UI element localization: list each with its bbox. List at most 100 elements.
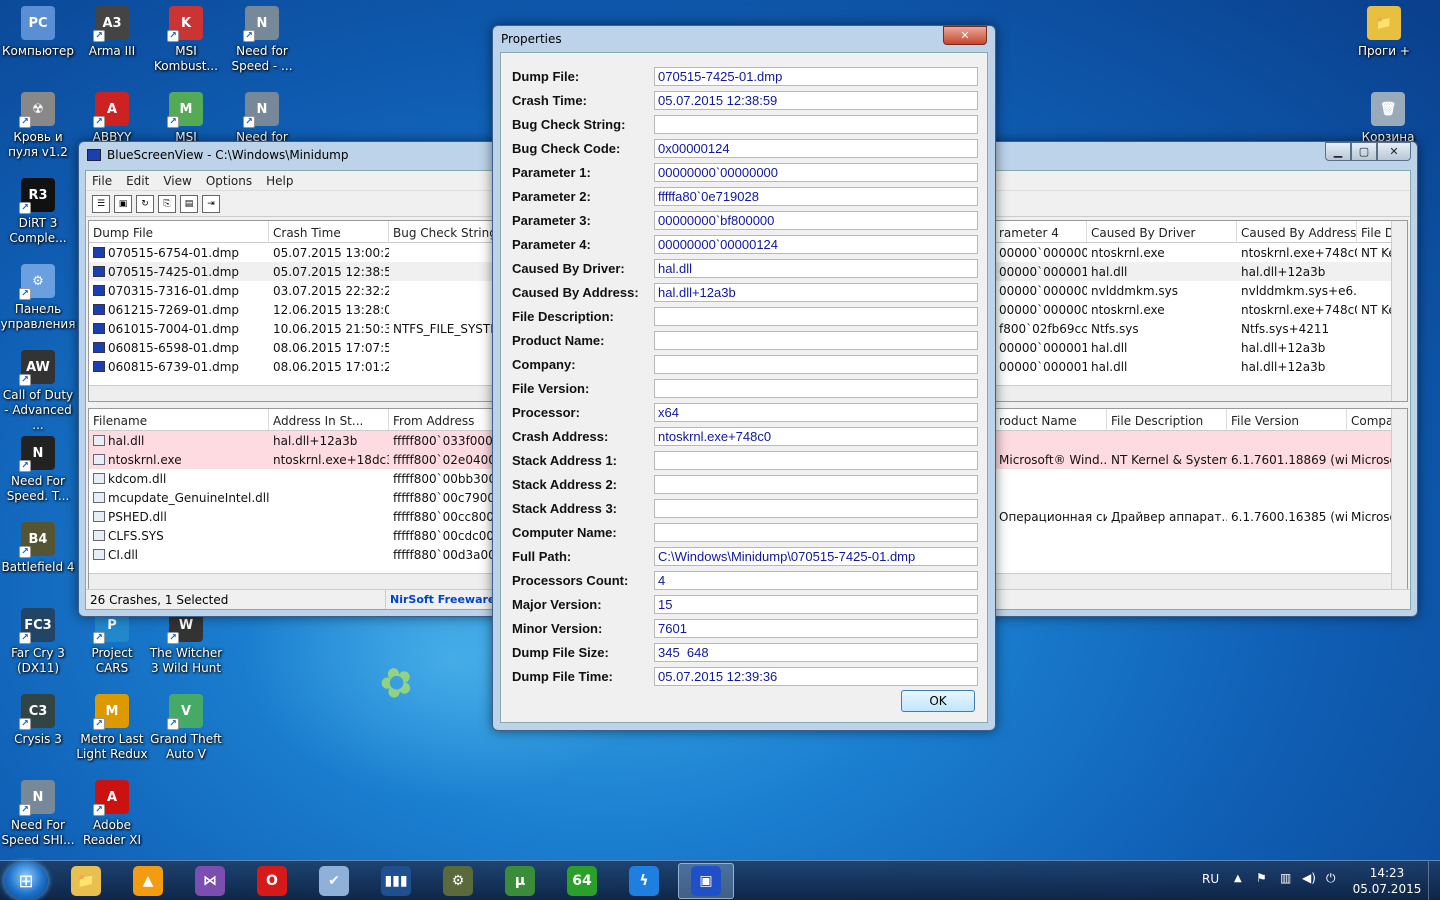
taskbar-visual-studio-button[interactable]: ⋈ — [182, 863, 238, 899]
property-value[interactable]: hal.dll — [654, 258, 978, 278]
property-value[interactable] — [654, 450, 978, 470]
col-crash-time[interactable]: Crash Time — [269, 221, 389, 242]
property-value[interactable]: ntoskrnl.exe+748c0 — [654, 426, 978, 446]
clock[interactable]: 14:23 05.07.2015 — [1352, 865, 1422, 897]
property-value[interactable] — [654, 330, 978, 350]
property-value[interactable]: C:\Windows\Minidump\070515-7425-01.dmp — [654, 546, 978, 566]
property-value[interactable]: 00000000`00000000 — [654, 162, 978, 182]
property-value[interactable]: fffffa80`0e719028 — [654, 186, 978, 206]
property-value[interactable] — [654, 522, 978, 542]
property-value[interactable]: 070515-7425-01.dmp — [654, 66, 978, 86]
col-from-address[interactable]: From Address — [389, 409, 497, 430]
desktop-icon[interactable]: P ↗ Project CARS — [74, 608, 150, 676]
col-file-description[interactable]: File Description — [1107, 409, 1227, 430]
menu-file[interactable]: File — [92, 174, 112, 188]
desktop-icon[interactable]: A ↗ Adobe Reader XI — [74, 780, 150, 848]
crash-list-vscroll[interactable] — [1391, 221, 1407, 401]
save-icon[interactable]: ▣ — [114, 194, 132, 213]
taskbar-opera-button[interactable]: O — [244, 863, 300, 899]
taskbar-tool-button[interactable]: ⚙ — [430, 863, 486, 899]
col-parameter-4[interactable]: rameter 4 — [995, 221, 1087, 242]
property-value[interactable] — [654, 498, 978, 518]
col-bug-check-string[interactable]: Bug Check String — [389, 221, 497, 242]
property-value[interactable]: 05.07.2015 12:38:59 — [654, 90, 978, 110]
options-icon[interactable]: ☰ — [92, 194, 110, 213]
desktop-icon[interactable]: N ↗ Need for Speed - ... — [224, 6, 300, 74]
language-indicator[interactable]: RU — [1202, 872, 1219, 886]
desktop-icon[interactable]: N ↗ Need for — [224, 92, 300, 145]
desktop-icon[interactable]: FC3 ↗ Far Cry 3 (DX11) — [0, 608, 76, 676]
property-value[interactable] — [654, 474, 978, 494]
property-value[interactable] — [654, 306, 978, 326]
driver-list-vscroll[interactable] — [1391, 409, 1407, 589]
property-value[interactable]: 00000000`00000124 — [654, 234, 978, 254]
desktop-icon[interactable]: M ↗ MSI — [148, 92, 224, 145]
taskbar-utorrent-button[interactable]: µ — [492, 863, 548, 899]
exit-icon[interactable]: ⇥ — [202, 194, 220, 213]
desktop-icon[interactable]: N ↗ Need For Speed. T... — [0, 436, 76, 504]
taskbar-avast-button[interactable]: ▲ — [120, 863, 176, 899]
copy-icon[interactable]: ⎘ — [158, 194, 176, 213]
property-value[interactable] — [654, 378, 978, 398]
taskbar-explorer-button[interactable]: 📁 — [58, 863, 114, 899]
col-product-name[interactable]: roduct Name — [995, 409, 1107, 430]
desktop-icon[interactable]: 🗑 Корзина — [1350, 92, 1426, 145]
power-icon[interactable]: ⏻ — [1326, 871, 1336, 886]
desktop-icon[interactable]: PC Компьютер — [0, 6, 76, 59]
minimize-button[interactable]: ▁ — [1325, 142, 1351, 161]
taskbar-aida64-button[interactable]: 64 — [554, 863, 610, 899]
properties-icon[interactable]: ▤ — [180, 194, 198, 213]
ok-button[interactable]: OK — [901, 690, 975, 712]
flag-icon[interactable]: ⚑ — [1256, 871, 1267, 885]
desktop-icon[interactable]: ⚙ ↗ Панель управления — [0, 264, 76, 332]
property-value[interactable]: 00000000`bf800000 — [654, 210, 978, 230]
col-caused-by-driver[interactable]: Caused By Driver — [1087, 221, 1237, 242]
col-file-version[interactable]: File Version — [1227, 409, 1347, 430]
desktop-icon[interactable]: M ↗ Metro Last Light Redux — [74, 694, 150, 762]
property-value[interactable]: 0x00000124 — [654, 138, 978, 158]
properties-titlebar[interactable]: Properties — [493, 26, 995, 52]
desktop-icon[interactable]: A ↗ ABBYY — [74, 92, 150, 145]
property-value[interactable] — [654, 114, 978, 134]
menu-view[interactable]: View — [163, 174, 191, 188]
refresh-icon[interactable]: ↻ — [136, 194, 154, 213]
maximize-button[interactable]: ▢ — [1351, 142, 1377, 161]
desktop-icon[interactable]: ☢ ↗ Кровь и пуля v1.2 — [0, 92, 76, 160]
show-desktop-button[interactable] — [1428, 861, 1440, 900]
menu-edit[interactable]: Edit — [126, 174, 149, 188]
property-value[interactable]: hal.dll+12a3b — [654, 282, 978, 302]
desktop-icon[interactable]: C3 ↗ Crysis 3 — [0, 694, 76, 747]
network-icon[interactable]: ▥ — [1280, 871, 1291, 885]
col-dump-file[interactable]: Dump File — [89, 221, 269, 242]
property-value[interactable]: 4 — [654, 570, 978, 590]
col-caused-by-address[interactable]: Caused By Address — [1237, 221, 1357, 242]
desktop-icon[interactable]: A3 ↗ Arma III — [74, 6, 150, 59]
property-value[interactable]: x64 — [654, 402, 978, 422]
property-value[interactable]: 345 648 — [654, 642, 978, 662]
taskbar-speed-button[interactable]: ϟ — [616, 863, 672, 899]
properties-close-button[interactable]: ✕ — [943, 26, 987, 45]
volume-icon[interactable]: ◀) — [1302, 871, 1316, 885]
desktop-icon[interactable]: R3 ↗ DiRT 3 Comple... — [0, 178, 76, 246]
col-address-in-stack[interactable]: Address In St... — [269, 409, 389, 430]
start-button[interactable]: ⊞ — [4, 862, 48, 900]
property-value[interactable]: 05.07.2015 12:39:36 — [654, 666, 978, 686]
desktop-icon[interactable]: 📁 Проги + — [1346, 6, 1422, 59]
desktop-icon[interactable]: AW ↗ Call of Duty - Advanced ... — [0, 350, 76, 433]
desktop-icon[interactable]: V ↗ Grand Theft Auto V — [148, 694, 224, 762]
menu-options[interactable]: Options — [206, 174, 252, 188]
desktop-icon[interactable]: W ↗ The Witcher 3 Wild Hunt — [148, 608, 224, 676]
taskbar-msi-afterburner-button[interactable]: ▮▮▮ — [368, 863, 424, 899]
desktop-icon[interactable]: K ↗ MSI Kombust... — [148, 6, 224, 74]
close-button[interactable]: ✕ — [1377, 142, 1411, 161]
property-value[interactable]: 7601 — [654, 618, 978, 638]
taskbar-bluescreenview-button[interactable]: ▣ — [678, 863, 734, 899]
desktop-icon[interactable]: B4 ↗ Battlefield 4 — [0, 522, 76, 575]
taskbar-tasks-button[interactable]: ✔ — [306, 863, 362, 899]
menu-help[interactable]: Help — [266, 174, 293, 188]
property-value[interactable] — [654, 354, 978, 374]
desktop-icon[interactable]: N ↗ Need For Speed SHI... — [0, 780, 76, 848]
property-value[interactable]: 15 — [654, 594, 978, 614]
col-filename[interactable]: Filename — [89, 409, 269, 430]
show-hidden-icons[interactable]: ▲ — [1234, 873, 1242, 884]
